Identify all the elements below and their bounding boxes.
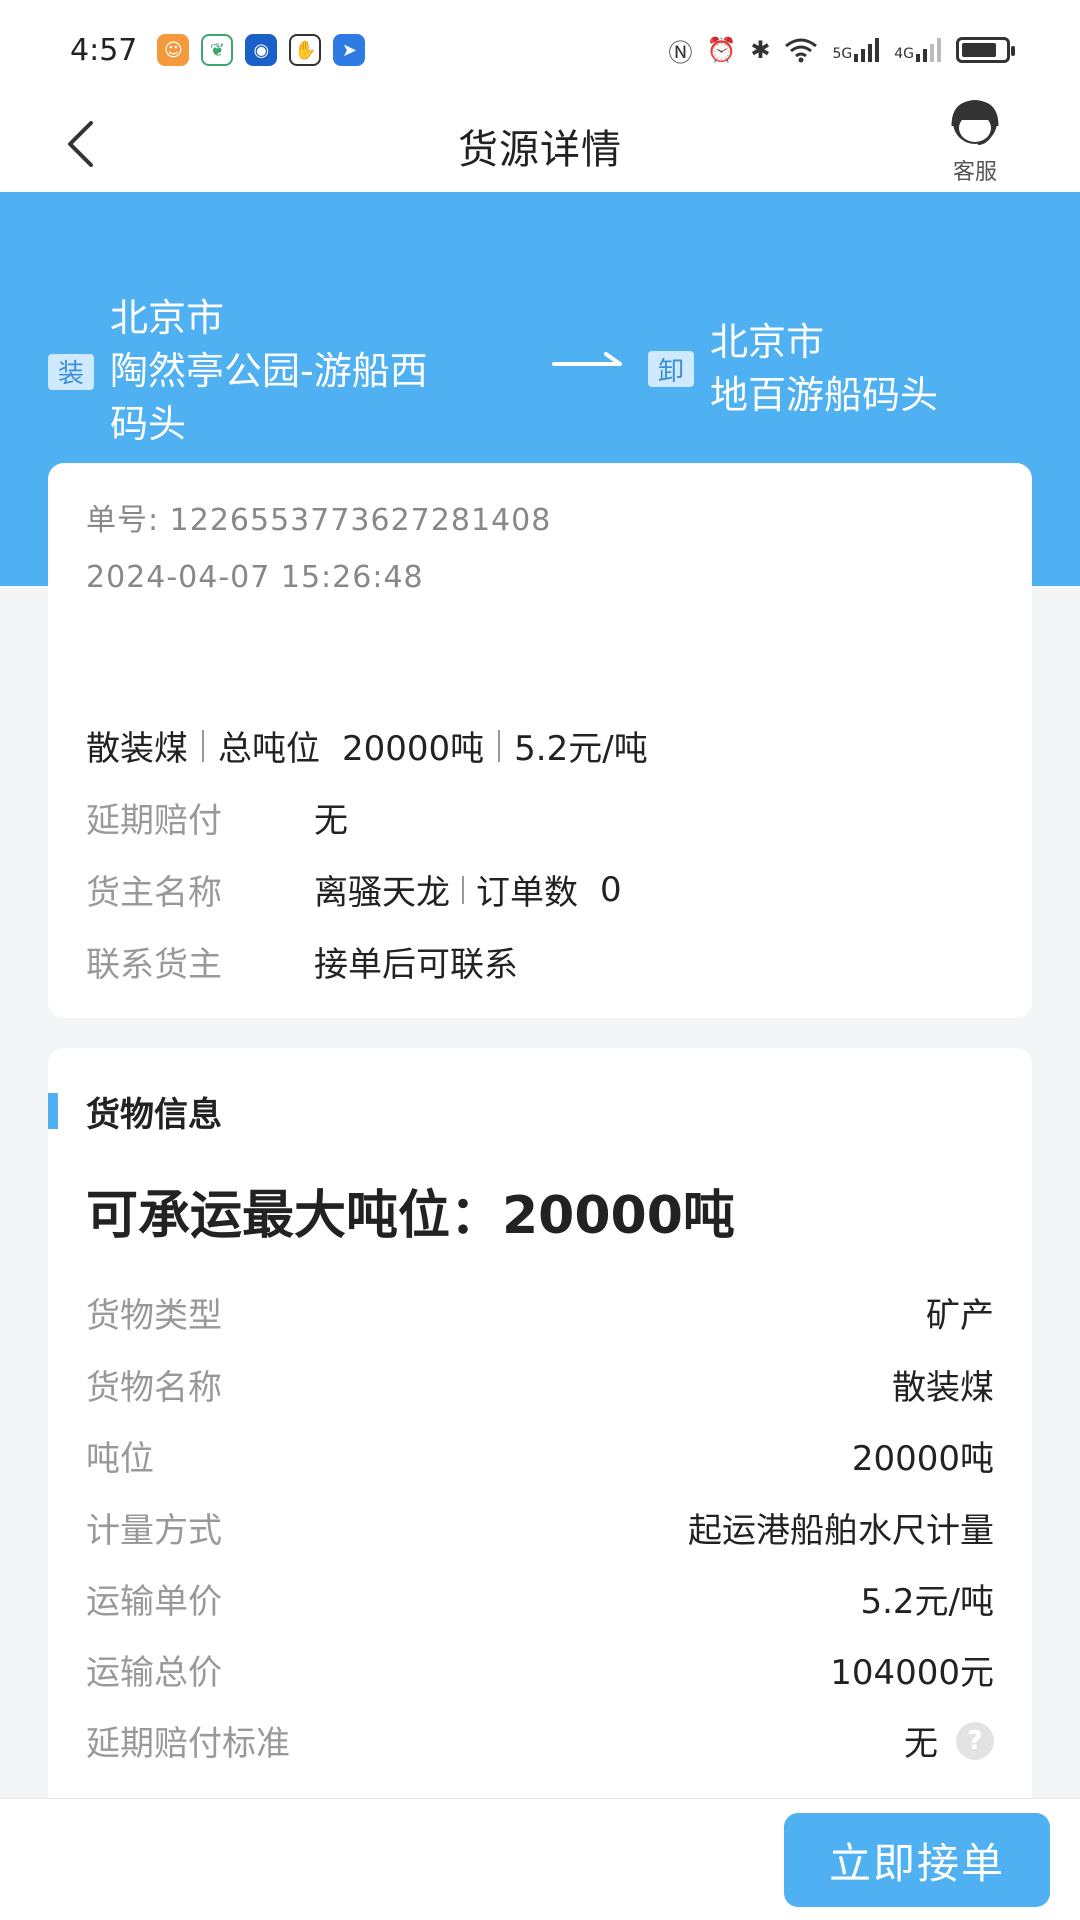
summary-cargo: 散装煤 (86, 729, 188, 769)
status-left: 4:57 ☺ ❦ ◉ ✋ ➤ (70, 32, 366, 68)
order-number: 单号: 1226553773627281408 (86, 503, 552, 538)
row-label: 延期赔付 (86, 801, 222, 841)
row-value: 104000元 (830, 1653, 994, 1693)
status-bar: 4:57 ☺ ❦ ◉ ✋ ➤ Ⓝ ⏰ ✱ 5G 4G (0, 0, 1080, 100)
order-time: 2024-04-07 15:26:48 (86, 560, 424, 595)
order-card: 单号: 1226553773627281408 2024-04-07 15:26… (48, 463, 1032, 1018)
chevron-left-icon (68, 121, 93, 167)
measurement-row: 计量方式 起运港船舶水尺计量 (86, 1503, 994, 1552)
destination-text: 北京市 地百游船码头 (710, 316, 938, 422)
signal-4g-icon: 4G (894, 38, 942, 62)
row-value: 无 (904, 1724, 938, 1764)
origin-text: 北京市 陶然亭公园-游船西 码头 (110, 292, 428, 451)
row-label: 延期赔付标准 (86, 1724, 290, 1764)
route-arrow-icon (552, 352, 622, 366)
row-label: 货物类型 (86, 1296, 222, 1336)
row-label: 货主名称 (86, 873, 222, 913)
robot-app-icon: ◉ (245, 34, 278, 66)
divider (202, 729, 204, 762)
route-origin: 装 北京市 陶然亭公园-游船西 码头 (48, 292, 428, 451)
tonnage-row: 吨位 20000吨 (86, 1431, 994, 1480)
battery-icon (956, 37, 1015, 63)
bluetooth-icon: ✱ (750, 36, 771, 64)
row-value: 20000吨 (851, 1439, 994, 1479)
unload-tag: 卸 (648, 351, 694, 387)
delay-compensation-row: 延期赔付 无 (86, 793, 348, 842)
summary-total-label: 总吨位 (218, 729, 320, 769)
alarm-icon: ⏰ (706, 36, 737, 64)
destination-city: 北京市 (710, 320, 825, 364)
taobao-icon: ☺ (157, 34, 190, 66)
row-value-group: 离骚天龙 订单数 0 (314, 865, 622, 914)
row-value: 散装煤 (892, 1368, 994, 1408)
row-label: 计量方式 (86, 1511, 222, 1551)
delay-standard-row: 延期赔付标准 无 ? (86, 1716, 994, 1765)
row-value-group: 无 ? (904, 1716, 994, 1765)
load-tag: 装 (48, 353, 94, 390)
signal-5g-icon: 5G (832, 38, 880, 62)
origin-place-line1: 陶然亭公园-游船西 (110, 349, 428, 393)
wifi-icon (785, 38, 818, 63)
hand-app-icon: ✋ (289, 34, 322, 66)
route-destination: 卸 北京市 地百游船码头 (648, 316, 938, 422)
row-value: 无 (314, 801, 348, 841)
contact-shipper-row: 联系货主 接单后可联系 (86, 937, 518, 986)
section-accent-bar (48, 1093, 58, 1129)
status-time: 4:57 (70, 32, 138, 68)
arrow-app-icon: ➤ (333, 34, 366, 66)
shipper-name-row: 货主名称 离骚天龙 订单数 0 (86, 865, 622, 914)
nav-bar: 货源详情 客服 (0, 100, 1080, 192)
leaf-app-icon: ❦ (201, 34, 234, 66)
customer-service-label: 客服 (952, 160, 997, 185)
origin-place-line2: 码头 (110, 402, 187, 446)
cargo-info-card: 货物信息 可承运最大吨位：20000吨 货物类型 矿产 货物名称 散装煤 吨位 … (48, 1048, 1032, 1920)
row-label: 运输单价 (86, 1582, 222, 1622)
bottom-action-bar: 立即接单 (0, 1798, 1080, 1920)
summary-total-value: 20000吨 (342, 729, 485, 769)
row-value: 接单后可联系 (314, 945, 518, 985)
order-count-value: 0 (600, 869, 622, 910)
accept-order-button[interactable]: 立即接单 (784, 1813, 1050, 1907)
destination-place: 地百游船码头 (710, 373, 939, 417)
help-icon[interactable]: ? (956, 1721, 994, 1760)
order-count-label: 订单数 (476, 873, 578, 913)
status-right: Ⓝ ⏰ ✱ 5G 4G (668, 33, 1015, 68)
customer-service-icon (951, 100, 999, 145)
row-value: 5.2元/吨 (860, 1582, 994, 1622)
row-label: 货物名称 (86, 1368, 222, 1408)
section-title: 货物信息 (86, 1094, 222, 1135)
unit-price-row: 运输单价 5.2元/吨 (86, 1574, 994, 1623)
divider (498, 729, 501, 762)
section-header: 货物信息 (48, 1093, 222, 1135)
cargo-name-row: 货物名称 散装煤 (86, 1360, 994, 1409)
row-value: 起运港船舶水尺计量 (688, 1511, 994, 1551)
shipper-name: 离骚天龙 (314, 873, 450, 913)
row-label: 运输总价 (86, 1653, 222, 1693)
net1-label: 5G (832, 46, 853, 62)
total-price-row: 运输总价 104000元 (86, 1645, 994, 1694)
summary-price: 5.2元/吨 (514, 729, 648, 769)
net2-label: 4G (894, 46, 914, 62)
max-tonnage: 可承运最大吨位：20000吨 (86, 1186, 735, 1246)
customer-service-button[interactable]: 客服 (930, 90, 1020, 190)
row-label: 吨位 (86, 1439, 154, 1479)
divider (462, 875, 464, 904)
order-summary: 散装煤 总吨位 20000吨 5.2元/吨 (86, 721, 648, 770)
page-title: 货源详情 (458, 127, 622, 173)
nfc-icon: Ⓝ (668, 38, 693, 67)
cargo-type-row: 货物类型 矿产 (86, 1288, 994, 1337)
row-label: 联系货主 (86, 945, 222, 985)
back-button[interactable] (55, 114, 105, 174)
row-value: 矿产 (926, 1296, 994, 1336)
origin-city: 北京市 (110, 296, 225, 340)
